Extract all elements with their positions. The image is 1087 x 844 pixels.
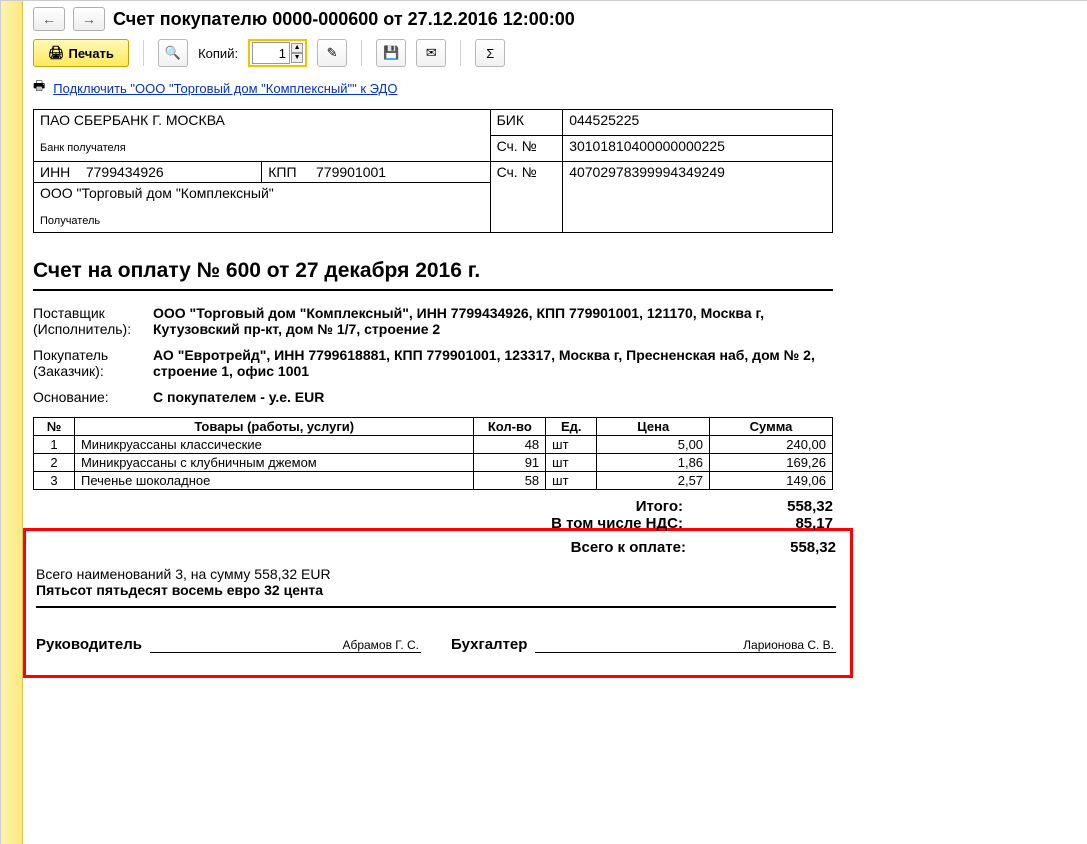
recipient-name: ООО "Торговый дом "Комплексный" [40, 185, 484, 201]
head-label: Руководитель [36, 636, 142, 653]
basis-text: С покупателем - у.е. EUR [153, 389, 833, 405]
supplier-label: Поставщик (Исполнитель): [33, 305, 153, 337]
summary-line1: Всего наименований 3, на сумму 558,32 EU… [36, 566, 840, 582]
highlight-box: Всего к оплате: 558,32 Всего наименовани… [23, 528, 853, 678]
magnifier-icon: 🔍 [165, 45, 181, 61]
recipient-caption: Получатель [40, 215, 484, 227]
col-unit: Ед. [546, 418, 597, 436]
accountant-label: Бухгалтер [451, 636, 527, 653]
page-title: Счет покупателю 0000-000600 от 27.12.201… [113, 9, 575, 30]
inn-label: ИНН [40, 164, 70, 180]
basis-label: Основание: [33, 389, 153, 405]
titlebar: ← → Счет покупателю 0000-000600 от 27.12… [33, 1, 1077, 35]
col-qty: Кол-во [474, 418, 546, 436]
copies-down-button[interactable]: ▼ [291, 53, 303, 63]
diskette-icon: 💾 [383, 45, 399, 61]
summary-rule [36, 606, 836, 608]
items-table: № Товары (работы, услуги) Кол-во Ед. Цен… [33, 417, 833, 490]
supplier-text: ООО "Торговый дом "Комплексный", ИНН 779… [153, 305, 833, 337]
buyer-text: АО "Евротрейд", ИНН 7799618881, КПП 7799… [153, 347, 833, 379]
itogo-label: Итого: [33, 498, 713, 515]
corr-label: Сч. № [490, 136, 563, 162]
copies-group: ▲ ▼ [248, 39, 307, 67]
copies-up-button[interactable]: ▲ [291, 43, 303, 53]
copies-input[interactable] [252, 42, 290, 64]
print-label: Печать [69, 46, 114, 61]
total-value: 558,32 [716, 539, 836, 556]
sum-button[interactable]: Σ [475, 39, 505, 67]
sigma-icon: Σ [486, 46, 494, 61]
document-title: Счет на оплату № 600 от 27 декабря 2016 … [33, 259, 1077, 283]
nds-label: В том числе НДС: [33, 515, 713, 532]
edit-icon: ✎ [327, 45, 338, 61]
preview-button[interactable]: 🔍 [158, 39, 188, 67]
accountant-name: Ларионова С. В. [743, 638, 834, 652]
bank-details-table: ПАО СБЕРБАНК Г. МОСКВА Банк получателя Б… [33, 109, 833, 233]
print-button[interactable]: 🖨 Печать [33, 39, 129, 67]
document-body: ПАО СБЕРБАНК Г. МОСКВА Банк получателя Б… [33, 109, 1077, 678]
bank-name: ПАО СБЕРБАНК Г. МОСКВА [40, 112, 484, 128]
col-price: Цена [597, 418, 710, 436]
left-accent-strip [1, 1, 23, 844]
kpp-value: 779901001 [316, 164, 386, 180]
acc-label: Сч. № [490, 162, 563, 233]
total-label: Всего к оплате: [36, 539, 716, 556]
copies-label: Копий: [198, 46, 238, 61]
kpp-label: КПП [268, 164, 296, 180]
edo-link[interactable]: Подключить "ООО "Торговый дом "Комплексн… [53, 81, 397, 96]
bank-recipient-caption: Банк получателя [40, 142, 484, 154]
printer-icon: 🖨 [48, 45, 65, 61]
edit-template-button[interactable]: ✎ [317, 39, 347, 67]
acc-value: 40702978399994349249 [563, 162, 833, 233]
edo-icon: 🖶 [33, 77, 45, 99]
col-sum: Сумма [710, 418, 833, 436]
table-row: 2Миникруассаны с клубничным джемом91шт1,… [34, 454, 833, 472]
corr-value: 30101810400000000225 [563, 136, 833, 162]
buyer-label: Покупатель (Заказчик): [33, 347, 153, 379]
table-row: 1Миникруассаны классические48шт5,00240,0… [34, 436, 833, 454]
head-name: Абрамов Г. С. [342, 638, 419, 652]
totals-block: Итого: 558,32 В том числе НДС: 85,17 [33, 498, 833, 532]
nds-value: 85,17 [713, 515, 833, 532]
bik-value: 044525225 [563, 110, 833, 136]
save-button[interactable]: 💾 [376, 39, 406, 67]
table-row: 3Печенье шоколадное58шт2,57149,06 [34, 472, 833, 490]
email-button[interactable]: ✉ [416, 39, 446, 67]
col-name: Товары (работы, услуги) [74, 418, 474, 436]
summary-line2: Пятьсот пятьдесят восемь евро 32 цента [36, 582, 840, 598]
toolbar: 🖨 Печать 🔍 Копий: ▲ ▼ ✎ 💾 [33, 35, 1077, 73]
title-rule [33, 289, 833, 291]
nav-forward-button[interactable]: → [73, 7, 105, 31]
col-num: № [34, 418, 75, 436]
bik-label: БИК [490, 110, 563, 136]
inn-value: 7799434926 [86, 164, 164, 180]
envelope-icon: ✉ [426, 45, 437, 61]
itogo-value: 558,32 [713, 498, 833, 515]
nav-back-button[interactable]: ← [33, 7, 65, 31]
